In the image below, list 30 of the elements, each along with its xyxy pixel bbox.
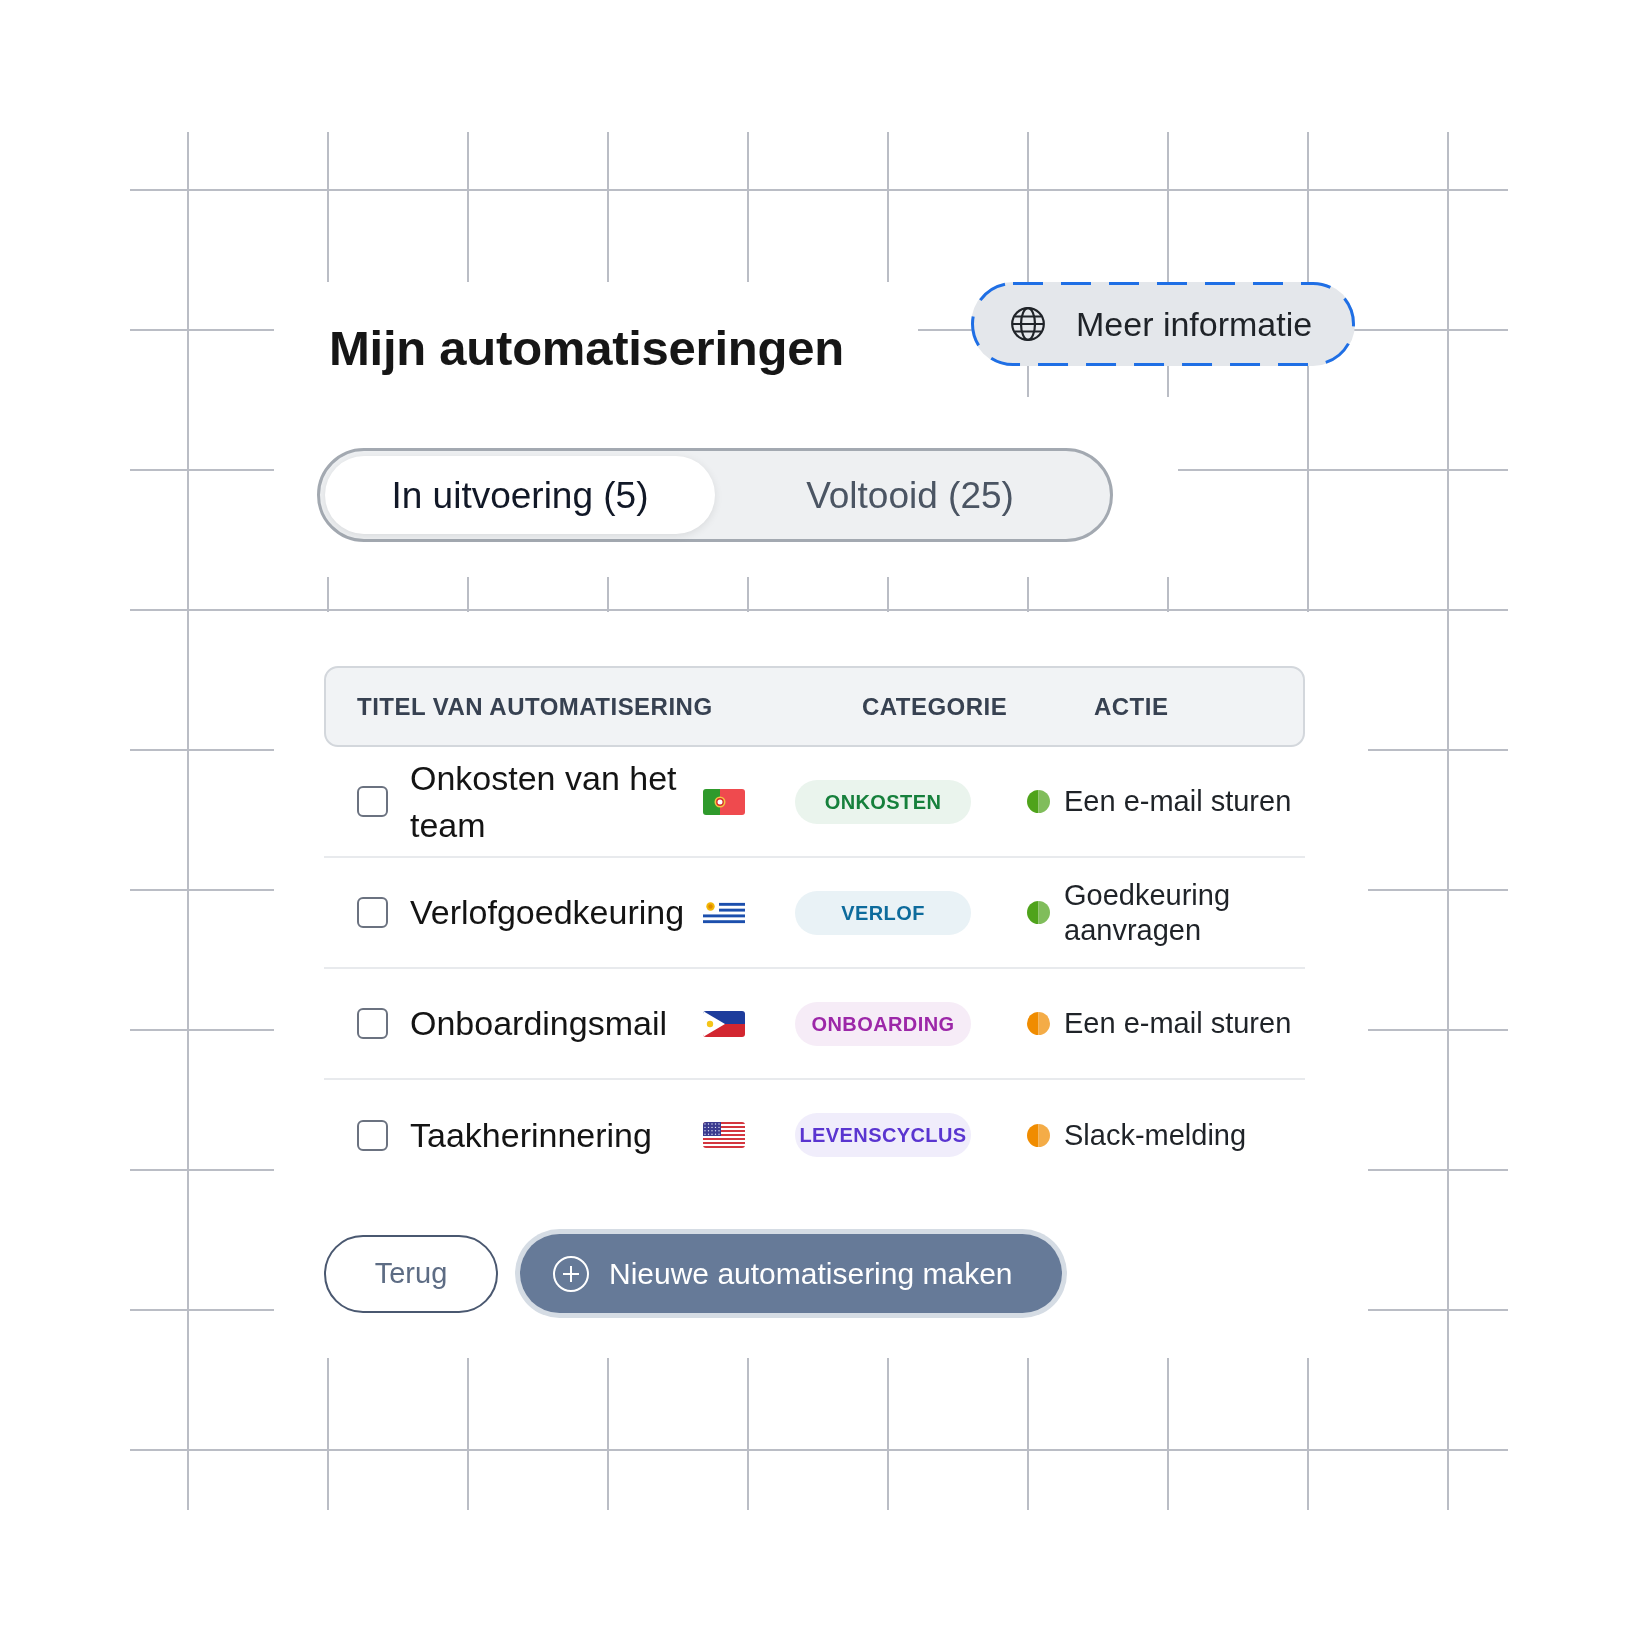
flag-icon — [703, 1010, 745, 1037]
checkbox[interactable] — [357, 1119, 388, 1151]
action-label: Een e-mail sturen — [1064, 784, 1293, 819]
action-label: Slack-melding — [1064, 1117, 1248, 1153]
column-header: CATEGORIE — [862, 691, 1009, 722]
automation-title: Verlofgoedkeuring — [410, 892, 686, 933]
action-label: Een e-mail sturen — [1064, 1006, 1293, 1041]
column-header: TITEL VAN AUTOMATISERING — [357, 691, 714, 722]
page-title: Mijn automatiseringen — [329, 320, 845, 377]
category-tag: ONKOSTEN — [795, 779, 971, 824]
plus-icon — [553, 1255, 589, 1292]
automation-title: Onkosten van het team — [410, 757, 678, 846]
checkbox[interactable] — [357, 897, 388, 928]
tab[interactable]: In uitvoering (5) — [325, 456, 715, 534]
column-header: ACTIE — [1094, 691, 1169, 722]
category-tag: VERLOF — [795, 890, 971, 935]
checkbox[interactable] — [357, 1008, 388, 1039]
tab[interactable]: Voltooid (25) — [715, 456, 1105, 534]
automation-title: Onboardingsmail — [410, 1003, 669, 1044]
checkbox[interactable] — [357, 786, 388, 817]
automation-title: Taakherinnering — [410, 1114, 653, 1156]
category-tag: ONBOARDING — [795, 1001, 971, 1046]
globe-icon — [1011, 307, 1045, 341]
flag-icon — [703, 899, 745, 926]
flag-icon — [703, 788, 745, 815]
flag-icon — [703, 1122, 745, 1148]
back-button[interactable]: Terug — [324, 1234, 498, 1313]
action-label: Goedkeuring aanvragen — [1064, 877, 1232, 948]
info-button[interactable]: Meer informatie — [971, 282, 1355, 366]
category-tag: LEVENSCYCLUS — [795, 1113, 971, 1157]
